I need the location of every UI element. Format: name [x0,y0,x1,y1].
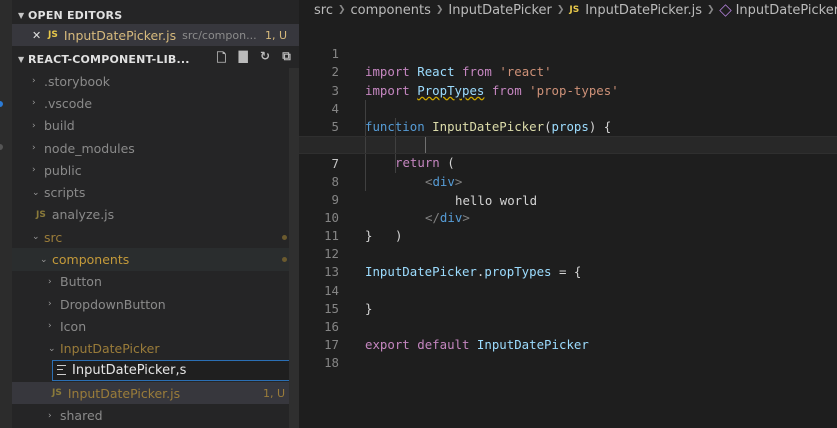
tree-rename-row[interactable]: InputDatePicker,s [12,359,299,382]
tree-folder[interactable]: › .storybook [12,70,299,92]
tree-folder[interactable]: › Button [12,271,299,293]
code-line-current: 7 hello world [299,136,837,208]
collapse-all-icon[interactable]: ⧉ [282,49,291,70]
chevron-right-icon: ❯ [337,5,346,15]
code-area[interactable]: 1 import React from 'react' 2 import Pro… [299,27,837,371]
tree-file[interactable]: JS analyze.js [12,204,299,226]
tree-folder[interactable]: › .vscode [12,92,299,114]
code-line: 6 <div> [299,117,837,189]
chevron-right-icon: › [32,165,36,176]
code-line: 13 [324,264,339,280]
code-line: 12 InputDatePicker.propTypes = { [324,246,582,280]
tree-file[interactable]: JS InputDatePicker.js 1, U [12,382,299,405]
code-line: 18 [324,355,339,371]
breadcrumb-item[interactable]: components [351,3,431,18]
tree-folder[interactable]: ⌄ InputDatePicker [12,338,299,360]
tree-folder[interactable]: › shared [12,404,299,426]
js-file-icon: JS [52,388,62,399]
modified-dot [282,257,287,263]
chevron-down-icon: ⌄ [40,254,48,265]
code-line: 5 return ( [299,99,837,170]
code-line: 10 } [324,209,373,244]
tree-folder[interactable]: › build [12,115,299,137]
tree-folder[interactable]: › node_modules [12,137,299,159]
file-tree: › .storybook › .vscode › build › node_mo… [12,70,299,427]
tree-folder[interactable]: › DropdownButton [12,293,299,315]
code-line: 15 [324,300,339,316]
tree-folder[interactable]: ⌄ src [12,226,299,248]
js-file-icon: JS [36,209,46,220]
chevron-right-icon: ❯ [707,5,715,15]
breadcrumb-item[interactable]: InputDatePicker [736,3,837,18]
activity-indicator [0,144,3,150]
activity-badge [0,101,3,107]
refresh-icon[interactable]: ↻ [260,49,270,70]
open-editor-path: src/compon... [182,28,257,42]
code-line: 3 [331,82,339,98]
close-icon[interactable]: ✕ [32,29,48,42]
chevron-down-icon: ▼ [18,10,25,20]
chevron-right-icon: › [32,76,36,87]
open-editors-header[interactable]: ▼ OPEN EDITORS [12,0,299,24]
breadcrumb-item[interactable]: InputDatePicker [448,3,551,18]
chevron-right-icon: › [48,299,52,310]
symbol-class-icon [718,3,732,17]
js-file-icon: JS [48,30,58,40]
tree-folder[interactable]: › Icon [12,315,299,337]
rename-input[interactable]: InputDatePicker,s [52,359,297,381]
breadcrumb: src ❯ components ❯ InputDatePicker ❯ JS … [299,0,837,20]
explorer-actions: 🗋 ▇ ↻ ⧉ [217,49,291,70]
tree-folder[interactable]: ⌄ components [12,248,299,271]
code-line: 11 [324,228,339,244]
git-status-badge: 1, U [262,386,285,400]
code-line: 14 } [324,282,373,316]
chevron-down-icon: ⌄ [48,343,56,354]
breadcrumb-item[interactable]: InputDatePicker.js [585,3,702,18]
breadcrumb-item[interactable]: src [314,3,333,18]
open-editor-filename: InputDatePicker.js [63,27,177,43]
sidebar-scrollbar[interactable] [289,68,299,428]
code-line: 9 ) [299,172,837,243]
git-status-badge: 1, U [264,28,287,42]
chevron-right-icon: › [48,276,52,287]
chevron-right-icon: › [32,120,36,131]
chevron-right-icon: › [32,98,36,109]
chevron-right-icon: › [48,321,52,332]
activity-bar [0,0,12,428]
code-line: 8 </div> [299,154,837,225]
code-line: 16 export default InputDatePicker [324,319,589,353]
code-line: 17 [324,337,339,353]
open-editor-item[interactable]: ✕ JS InputDatePicker.js src/compon... 1,… [12,24,299,46]
code-line: 2 import PropTypes from 'prop-types' [331,64,619,98]
new-folder-icon[interactable]: ▇ [239,49,248,70]
chevron-right-icon: ❯ [556,5,565,15]
chevron-right-icon: ❯ [435,5,444,15]
js-file-icon: JS [569,5,580,15]
chevron-right-icon: › [48,410,52,421]
chevron-down-icon: ⌄ [32,187,40,198]
explorer-sidebar: ▼ OPEN EDITORS ✕ JS InputDatePicker.js s… [12,0,299,428]
new-file-icon[interactable]: 🗋 [217,49,227,70]
chevron-down-icon: ⌄ [32,232,40,243]
code-editor[interactable]: src ❯ components ❯ InputDatePicker ❯ JS … [299,0,837,428]
file-icon [57,365,66,376]
code-line: 1 import React from 'react' [331,46,552,80]
vscode-window: ▼ OPEN EDITORS ✕ JS InputDatePicker.js s… [0,0,837,428]
chevron-right-icon: › [32,143,36,154]
project-header[interactable]: ▼ REACT-COMPONENT-LIB... 🗋 ▇ ↻ ⧉ [12,48,299,70]
tree-folder[interactable]: ⌄ scripts [12,181,299,203]
tree-folder[interactable]: › public [12,159,299,181]
modified-dot [282,234,287,240]
code-line: 4 function InputDatePicker(props) { [331,100,612,134]
chevron-down-icon: ▼ [18,54,25,64]
